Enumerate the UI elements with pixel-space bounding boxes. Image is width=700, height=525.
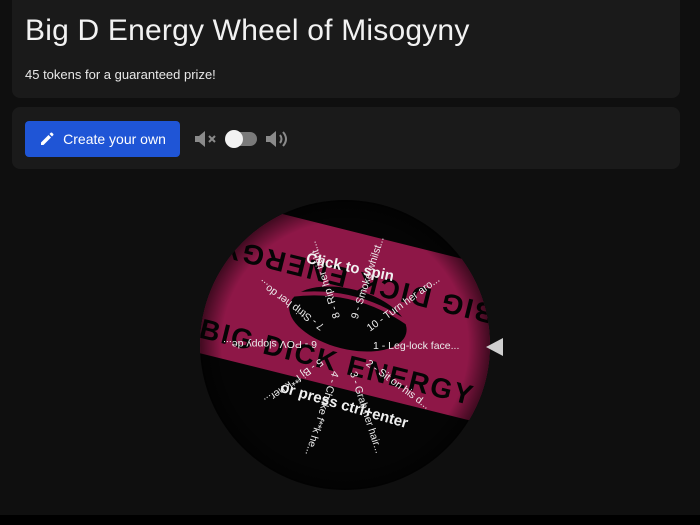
page-title: Big D Energy Wheel of Misogyny [25,14,470,47]
sound-toggle-knob [225,130,243,148]
create-your-own-label: Create your own [63,131,166,147]
pencil-icon [41,132,54,145]
volume-mute-icon[interactable] [193,128,221,150]
page-subtitle: 45 tokens for a guaranteed prize! [25,67,216,82]
sound-toggle[interactable] [225,130,257,148]
header-panel: Big D Energy Wheel of Misogyny 45 tokens… [12,0,680,98]
controls-panel: Create your own [12,107,680,169]
spin-wheel-button[interactable] [200,200,490,490]
volume-up-icon[interactable] [264,128,294,150]
create-your-own-button[interactable]: Create your own [25,121,180,157]
bottom-bar [0,515,700,525]
